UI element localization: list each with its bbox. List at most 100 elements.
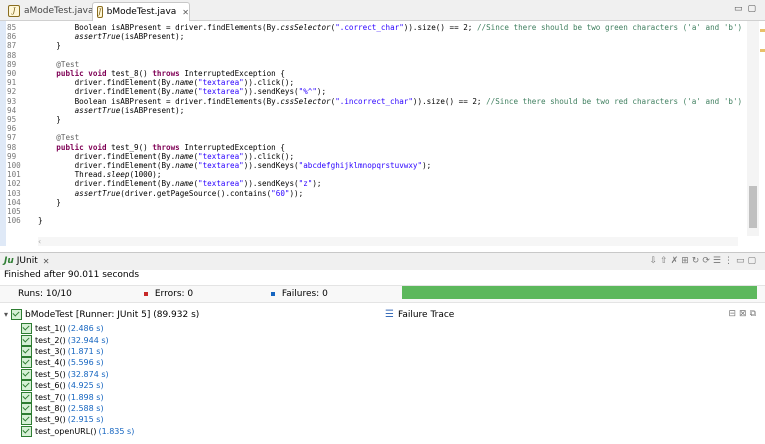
code-token: );: [316, 87, 327, 97]
test-duration: (5.596 s): [67, 358, 104, 368]
test-name: test_3(): [35, 346, 66, 356]
code-token: driver.findElement(By.: [38, 87, 176, 97]
code-token: "textarea": [198, 179, 244, 189]
test-case-row[interactable]: test_9() (2.915 s): [21, 414, 134, 426]
test-case-row[interactable]: test_4() (5.596 s): [21, 357, 134, 369]
horizontal-scrollbar[interactable]: ‹: [38, 237, 738, 246]
junit-icon: Ju: [4, 256, 14, 266]
code-token: ".correct_char": [335, 23, 404, 32]
test-case-row[interactable]: test_openURL() (1.835 s): [21, 425, 134, 437]
test-pass-icon: [21, 357, 32, 369]
code-token: )).sendKeys(: [243, 179, 299, 189]
history-icon[interactable]: ☰: [713, 256, 724, 266]
code-token: //Since there should be two green charac…: [476, 23, 743, 32]
code-token: "%^": [298, 87, 317, 97]
test-case-row[interactable]: test_6() (4.925 s): [21, 380, 134, 392]
code-text: }: [38, 41, 61, 50]
test-tree[interactable]: ▾ bModeTest [Runner: JUnit 5] (89.932 s)…: [0, 306, 375, 444]
line-number: 94: [7, 105, 17, 115]
code-token: public void: [56, 142, 107, 152]
tab-amodetest[interactable]: J aModeTest.java: [4, 2, 100, 20]
code-text: }: [38, 216, 43, 225]
test-pass-icon: [21, 334, 32, 346]
test-case-row[interactable]: test_8() (2.588 s): [21, 402, 134, 414]
maximize-icon[interactable]: ▢: [747, 256, 759, 266]
code-token: );: [422, 161, 432, 170]
line-number: 91: [7, 78, 17, 88]
code-token: assertTrue: [74, 32, 121, 42]
test-pass-icon: [21, 380, 32, 392]
close-tab-icon[interactable]: ✕: [43, 257, 50, 266]
test-case-row[interactable]: test_5() (32.874 s): [21, 368, 134, 380]
test-case-row[interactable]: test_3() (1.871 s): [21, 345, 134, 357]
filter-stack-icon[interactable]: ⊟: [728, 309, 739, 319]
line-number: 97: [7, 133, 17, 143]
test-case-row[interactable]: test_7() (1.898 s): [21, 391, 134, 403]
code-token: sleep: [106, 170, 130, 180]
test-duration: (2.588 s): [67, 403, 104, 413]
test-suite-label: bModeTest [Runner: JUnit 5] (89.932 s): [25, 309, 200, 320]
tab-junit[interactable]: Ju JUnit ✕: [4, 256, 49, 266]
editor-window-controls: ▭▢: [734, 4, 761, 14]
test-pass-icon: [21, 402, 32, 414]
failures-counter: Failures: 0: [271, 289, 328, 299]
editor-tab-bar: J aModeTest.java J bModeTest.java ✕ ▭▢: [0, 0, 765, 21]
test-duration: (2.915 s): [67, 415, 104, 425]
minimize-icon[interactable]: ▭: [734, 4, 748, 14]
show-failures-only-icon[interactable]: ✗: [671, 256, 682, 266]
code-token: InterruptedException {: [179, 142, 285, 152]
scrollbar-thumb[interactable]: [749, 186, 757, 228]
code-text: assertTrue(isABPresent);: [38, 106, 185, 115]
code-token: );: [312, 179, 322, 189]
overview-marker[interactable]: [760, 29, 765, 32]
maximize-icon[interactable]: ▢: [747, 4, 761, 14]
line-number: 90: [7, 69, 17, 78]
code-token: Boolean: [38, 23, 112, 32]
editor-gutter: [0, 21, 6, 246]
code-token: throws: [152, 69, 180, 78]
code-token: name: [175, 161, 194, 170]
test-case-row[interactable]: test_1() (2.486 s): [21, 323, 134, 335]
rerun-icon[interactable]: ↻: [692, 256, 703, 266]
scroll-lock-icon[interactable]: ⊞: [681, 256, 692, 266]
code-token: cssSelector: [280, 96, 331, 106]
test-duration: (32.944 s): [67, 335, 109, 345]
code-token: InterruptedException {: [179, 69, 285, 78]
junit-tab-label: JUnit: [16, 256, 38, 266]
test-duration: (1.898 s): [67, 392, 104, 402]
code-token: @Test: [56, 59, 80, 69]
view-menu-icon[interactable]: ⋮: [724, 256, 736, 266]
rerun-failed-icon[interactable]: ⟳: [702, 256, 713, 266]
line-number: 95: [7, 115, 17, 124]
errors-value: 0: [187, 289, 194, 299]
copy-trace-icon[interactable]: ⧉: [750, 309, 759, 319]
tab-bmodetest[interactable]: J bModeTest.java ✕: [92, 2, 190, 21]
test-case-row[interactable]: test_2() (32.944 s): [21, 334, 134, 346]
code-token: //Since there should be two red characte…: [486, 96, 743, 106]
close-tab-icon[interactable]: ✕: [182, 8, 189, 17]
test-pass-icon: [21, 345, 32, 357]
code-token: "abcdefghijklmnopqrstuvwxy": [298, 161, 423, 170]
test-name: test_5(): [35, 369, 66, 379]
previous-failure-icon[interactable]: ⇧: [660, 256, 671, 266]
code-token: public void: [56, 69, 107, 78]
overview-marker[interactable]: [760, 49, 765, 52]
code-token: throws: [152, 142, 180, 152]
code-token: (1000);: [129, 170, 162, 180]
failure-trace-panel: ☰ Failure Trace ⊟⊠⧉: [385, 306, 765, 444]
code-token: )).sendKeys(: [243, 161, 299, 170]
code-editor[interactable]: 85 Boolean isABPresent = driver.findElem…: [0, 21, 765, 246]
next-failure-icon[interactable]: ⇩: [650, 256, 661, 266]
compare-result-icon[interactable]: ⊠: [739, 309, 750, 319]
code-token: driver.findElement(By.: [38, 151, 176, 161]
test-suite-row[interactable]: ▾ bModeTest [Runner: JUnit 5] (89.932 s): [4, 309, 199, 320]
code-token: "textarea": [198, 161, 244, 170]
error-icon: [144, 291, 148, 296]
code-text: driver.findElement(By.name("textarea")).…: [38, 161, 432, 170]
minimize-icon[interactable]: ▭: [736, 256, 748, 266]
chevron-down-icon[interactable]: ▾: [4, 310, 8, 319]
